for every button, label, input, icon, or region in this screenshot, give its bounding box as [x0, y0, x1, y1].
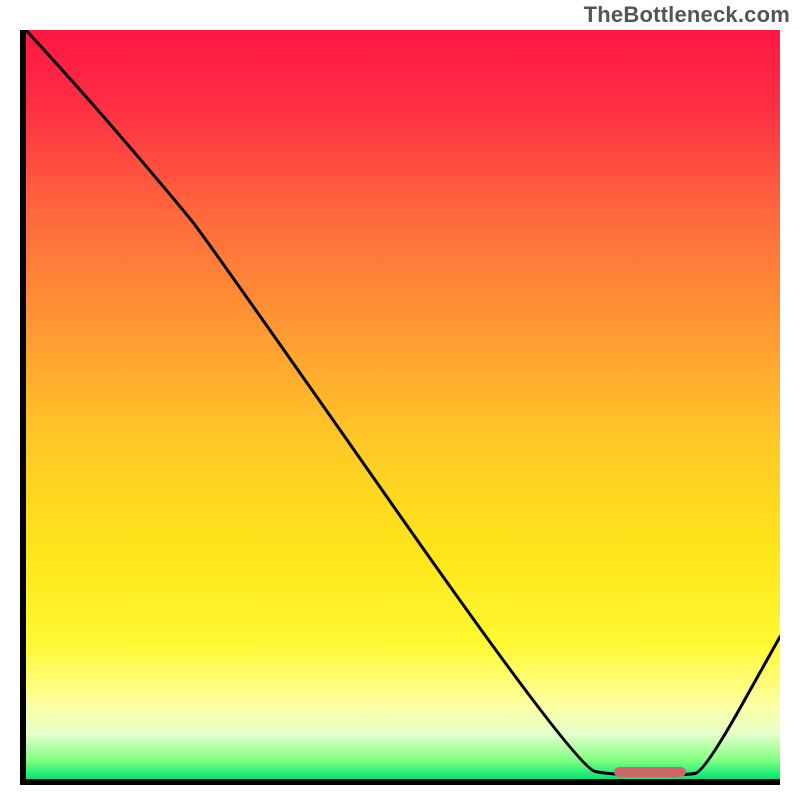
- watermark-text: TheBottleneck.com: [584, 2, 790, 28]
- bottleneck-curve: [26, 30, 780, 779]
- plot-frame: [20, 30, 780, 785]
- optimal-range-marker: [614, 767, 686, 777]
- chart-stage: TheBottleneck.com: [0, 0, 800, 800]
